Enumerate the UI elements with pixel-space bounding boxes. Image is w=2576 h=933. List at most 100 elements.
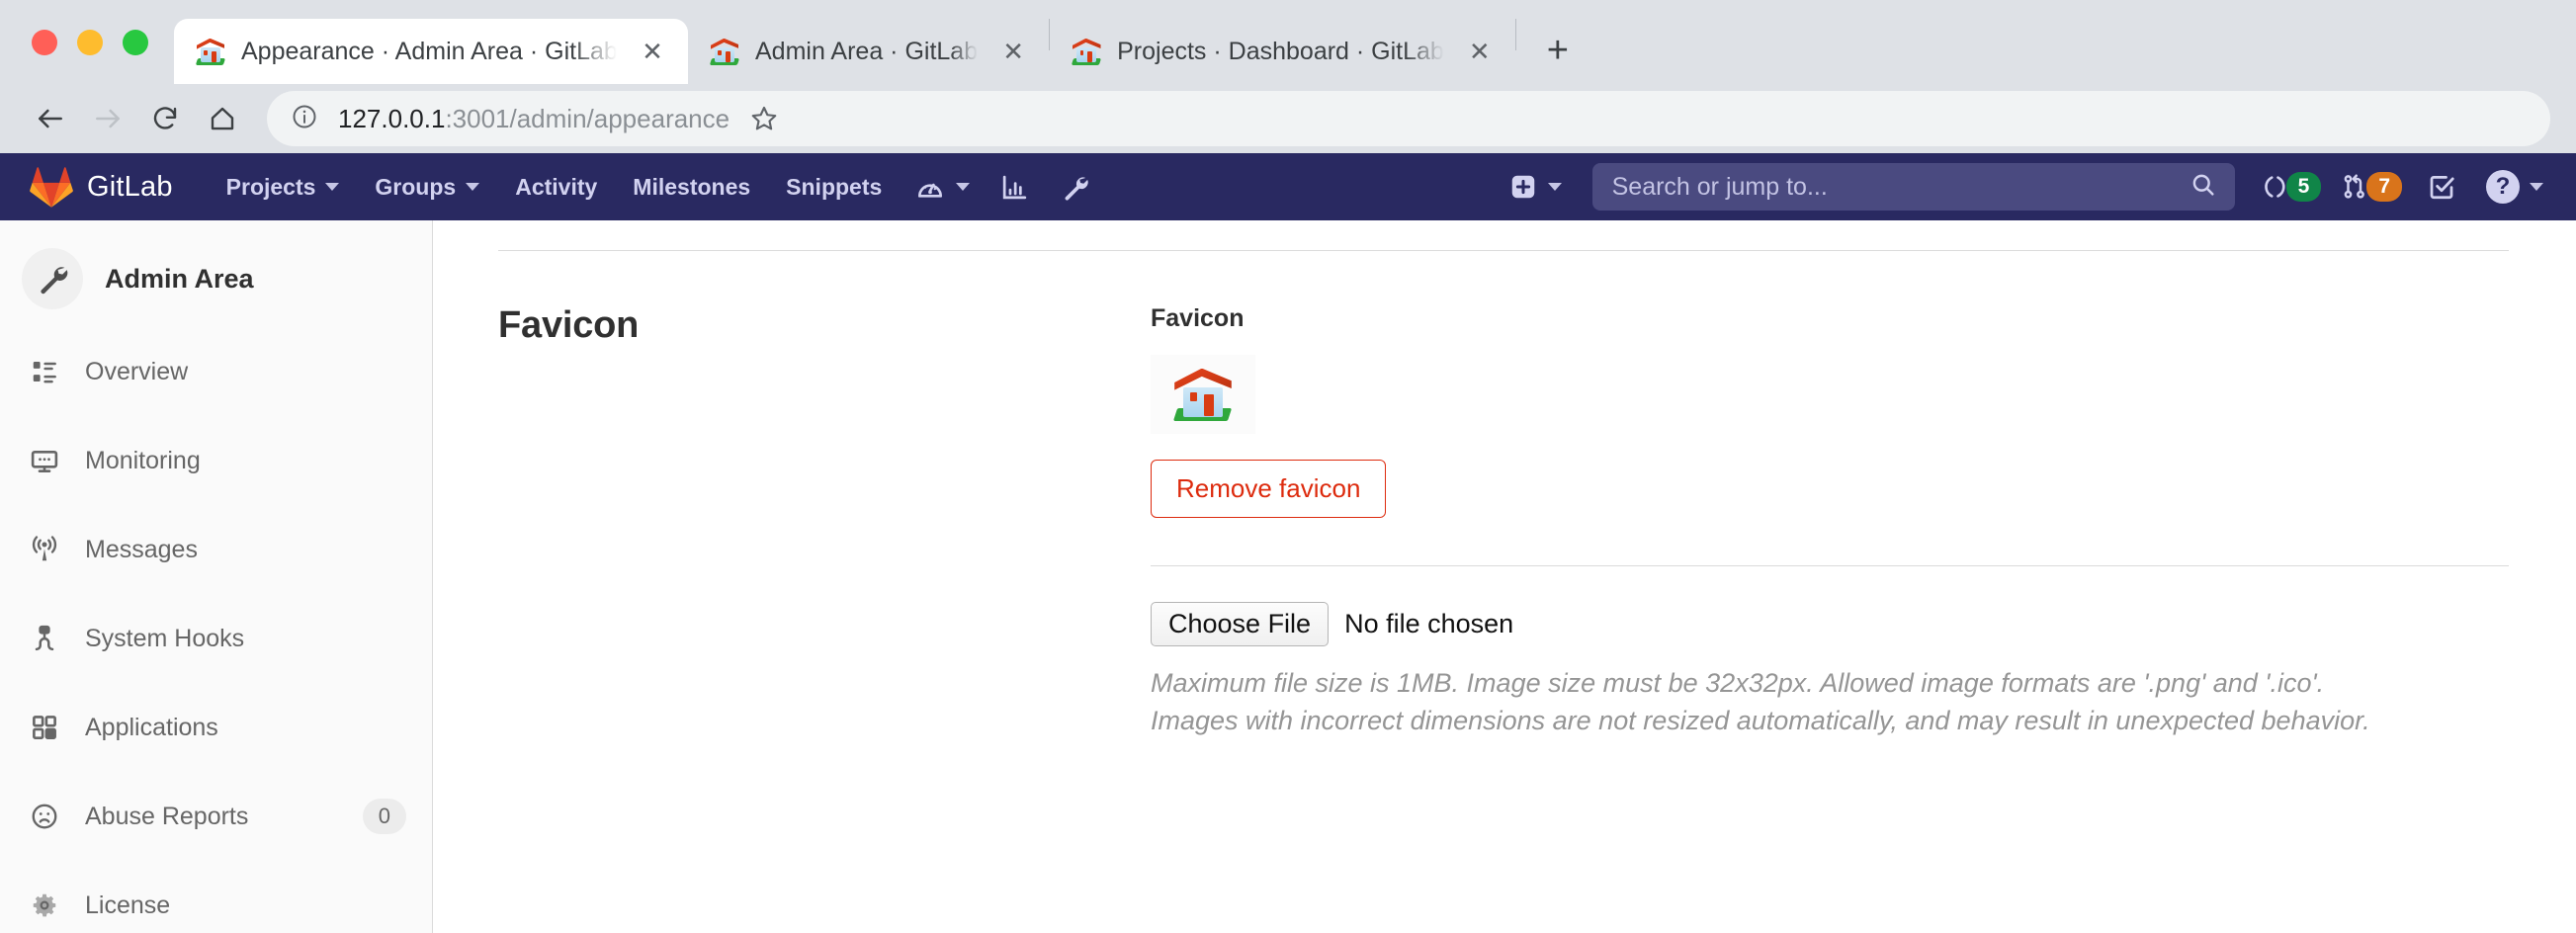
gitlab-navbar: GitLab Projects Groups Activity Mileston…	[0, 153, 2576, 220]
issues-counter[interactable]: 5	[2251, 153, 2332, 220]
help-question-icon: ?	[2486, 170, 2520, 204]
bookmark-star-icon[interactable]	[737, 92, 791, 145]
hook-icon	[28, 622, 61, 655]
nav-item-label: Projects	[226, 174, 316, 201]
nav-item-milestones[interactable]: Milestones	[615, 153, 768, 220]
house-favicon	[710, 37, 739, 66]
gitlab-navbar-right: Search or jump to... 5 7 ?	[1494, 153, 2576, 220]
dashboard-gauge-icon[interactable]	[900, 153, 985, 220]
analytics-chart-icon[interactable]	[985, 153, 1045, 220]
sidebar-header[interactable]: Admin Area	[0, 230, 432, 327]
monitor-icon	[28, 444, 61, 477]
gitlab-brand-text[interactable]: GitLab	[87, 171, 173, 204]
tab-title: Projects · Dashboard · GitLab	[1117, 38, 1444, 66]
favicon-section: Favicon Favicon Remove favicon Choose Fi…	[498, 251, 2509, 740]
page-title: Admin Area	[105, 264, 254, 295]
sidebar-item-monitoring[interactable]: Monitoring	[0, 416, 432, 505]
plus-square-icon[interactable]	[1494, 153, 1577, 220]
house-favicon-preview	[1151, 355, 1255, 434]
tab-title: Admin Area · GitLab	[755, 38, 978, 66]
new-tab-button[interactable]: +	[1530, 23, 1586, 78]
chevron-down-icon	[2530, 183, 2543, 191]
nav-item-groups[interactable]: Groups	[357, 153, 497, 220]
browser-chrome: Appearance · Admin Area · GitLab ✕ Admin…	[0, 0, 2576, 153]
admin-sidebar: Admin Area Overview Monitoring Messages	[0, 220, 433, 933]
sidebar-item-license[interactable]: License	[0, 861, 432, 933]
chevron-down-icon	[956, 183, 970, 191]
sidebar-item-label: Abuse Reports	[85, 803, 363, 831]
issues-count-badge: 5	[2286, 172, 2322, 202]
favicon-help-text-2: Images with incorrect dimensions are not…	[1151, 702, 2396, 739]
sidebar-item-overview[interactable]: Overview	[0, 327, 432, 416]
help-menu-button[interactable]: ?	[2471, 153, 2558, 220]
sidebar-item-abuse-reports[interactable]: Abuse Reports 0	[0, 772, 432, 861]
wrench-icon	[22, 248, 83, 309]
sidebar-item-label: Monitoring	[85, 447, 406, 475]
tab-separator	[1515, 19, 1516, 50]
sidebar-item-label: System Hooks	[85, 625, 406, 653]
search-input[interactable]: Search or jump to...	[1592, 163, 2235, 211]
sidebar-item-label: Overview	[85, 358, 406, 386]
search-placeholder: Search or jump to...	[1612, 173, 2190, 202]
sidebar-item-applications[interactable]: Applications	[0, 683, 432, 772]
forward-arrow-icon[interactable]	[79, 90, 136, 147]
chevron-down-icon	[325, 183, 339, 191]
favicon-section-body: Favicon Remove favicon Choose File No fi…	[1151, 304, 2509, 740]
admin-wrench-icon[interactable]	[1045, 153, 1105, 220]
nav-item-snippets[interactable]: Snippets	[768, 153, 900, 220]
url-host: 127.0.0.1	[338, 104, 445, 133]
gitlab-logo-icon[interactable]	[30, 166, 73, 208]
favicon-help-text-1: Maximum file size is 1MB. Image size mus…	[1151, 664, 2396, 702]
sidebar-item-label: Messages	[85, 536, 406, 564]
close-tab-button[interactable]: ✕	[633, 32, 672, 71]
chevron-down-icon	[466, 183, 479, 191]
abuse-reports-count-badge: 0	[363, 799, 406, 834]
site-info-icon[interactable]	[291, 103, 318, 135]
merge-requests-counter[interactable]: 7	[2331, 153, 2412, 220]
license-gear-icon	[28, 889, 61, 922]
home-icon[interactable]	[194, 90, 251, 147]
url-text: 127.0.0.1:3001/admin/appearance	[338, 104, 730, 134]
nav-item-projects[interactable]: Projects	[209, 153, 358, 220]
broadcast-icon	[28, 533, 61, 566]
browser-tabstrip: Appearance · Admin Area · GitLab ✕ Admin…	[0, 0, 2576, 84]
browser-tab-2[interactable]: Admin Area · GitLab ✕	[688, 19, 1049, 84]
nav-item-label: Groups	[375, 174, 456, 201]
sidebar-item-label: Applications	[85, 714, 406, 742]
browser-toolbar: 127.0.0.1:3001/admin/appearance	[0, 84, 2576, 153]
browser-tab-1[interactable]: Appearance · Admin Area · GitLab ✕	[174, 19, 688, 84]
todos-checkbox-icon[interactable]	[2412, 153, 2471, 220]
close-tab-button[interactable]: ✕	[1460, 32, 1500, 71]
applications-grid-icon	[28, 711, 61, 744]
favicon-field-divider	[1151, 565, 2509, 566]
nav-item-activity[interactable]: Activity	[497, 153, 615, 220]
close-window-button[interactable]	[32, 30, 57, 55]
address-bar[interactable]: 127.0.0.1:3001/admin/appearance	[267, 91, 2550, 146]
maximize-window-button[interactable]	[123, 30, 148, 55]
favicon-section-header: Favicon	[498, 304, 1151, 740]
close-tab-button[interactable]: ✕	[993, 32, 1033, 71]
favicon-field-label: Favicon	[1151, 304, 2509, 333]
house-favicon	[1072, 37, 1101, 66]
tab-title: Appearance · Admin Area · GitLab	[241, 38, 617, 66]
browser-tab-3[interactable]: Projects · Dashboard · GitLab ✕	[1050, 19, 1515, 84]
merge-requests-count-badge: 7	[2366, 172, 2402, 202]
favicon-file-input[interactable]: Choose File No file chosen	[1151, 602, 2509, 646]
sidebar-item-system-hooks[interactable]: System Hooks	[0, 594, 432, 683]
reload-icon[interactable]	[136, 90, 194, 147]
choose-file-button[interactable]: Choose File	[1151, 602, 1329, 646]
remove-favicon-button[interactable]: Remove favicon	[1151, 460, 1386, 518]
page-body: Admin Area Overview Monitoring Messages	[0, 220, 2576, 933]
sidebar-item-label: License	[85, 891, 406, 920]
back-arrow-icon[interactable]	[22, 90, 79, 147]
gitlab-nav-items: Projects Groups Activity Milestones Snip…	[209, 153, 1106, 220]
abuse-face-icon	[28, 800, 61, 833]
house-favicon	[196, 37, 225, 66]
minimize-window-button[interactable]	[77, 30, 103, 55]
chevron-down-icon	[1548, 183, 1562, 191]
sidebar-item-messages[interactable]: Messages	[0, 505, 432, 594]
url-path: :3001/admin/appearance	[445, 104, 730, 133]
main-content: Favicon Favicon Remove favicon Choose Fi…	[433, 220, 2576, 933]
window-traffic-lights	[18, 0, 174, 84]
search-icon[interactable]	[2190, 171, 2217, 204]
